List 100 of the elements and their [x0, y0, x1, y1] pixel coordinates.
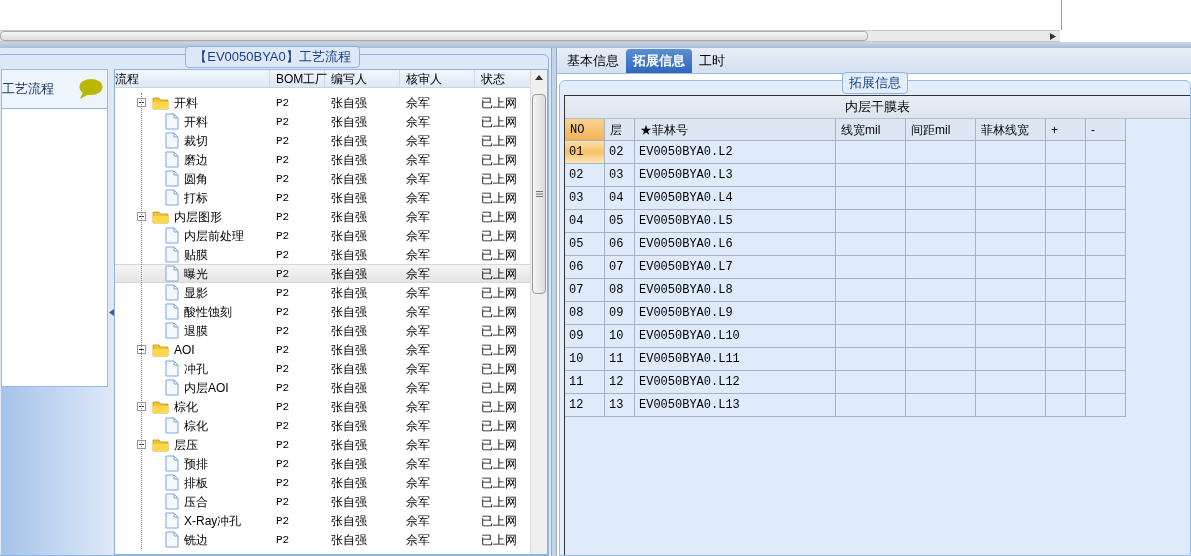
table-cell[interactable]: 02 [605, 141, 635, 164]
table-cell[interactable] [976, 256, 1046, 279]
table-cell[interactable] [906, 141, 976, 164]
table-cell[interactable]: EV0050BYA0.L10 [635, 325, 836, 348]
table-cell[interactable] [1086, 164, 1126, 187]
table-cell[interactable] [1046, 302, 1086, 325]
column-header[interactable]: + [1046, 119, 1086, 141]
tree-row[interactable]: 预排 P2 张自强 佘军 已上网 [115, 454, 530, 473]
table-cell[interactable] [1046, 256, 1086, 279]
collapse-toggle[interactable] [137, 440, 146, 449]
table-cell[interactable]: 08 [605, 279, 635, 302]
tree-row[interactable]: 磨边 P2 张自强 佘军 已上网 [115, 150, 530, 169]
table-cell[interactable] [976, 371, 1046, 394]
collapse-toggle[interactable] [137, 212, 146, 221]
table-cell[interactable]: 05 [565, 233, 605, 256]
table-cell[interactable] [836, 279, 906, 302]
table-cell[interactable] [906, 325, 976, 348]
table-cell[interactable]: 09 [605, 302, 635, 325]
table-cell[interactable]: EV0050BYA0.L5 [635, 210, 836, 233]
table-cell[interactable] [906, 394, 976, 417]
table-cell[interactable] [1086, 233, 1126, 256]
table-cell[interactable] [906, 233, 976, 256]
scrollbar-thumb[interactable] [532, 94, 546, 294]
tab[interactable]: 拓展信息 [626, 49, 692, 73]
table-cell[interactable]: 09 [565, 325, 605, 348]
table-cell[interactable] [906, 371, 976, 394]
arrow-up-icon[interactable] [535, 75, 543, 80]
tree-row[interactable]: 酸性蚀刻 P2 张自强 佘军 已上网 [115, 302, 530, 321]
table-cell[interactable]: 04 [565, 210, 605, 233]
table-cell[interactable]: EV0050BYA0.L2 [635, 141, 836, 164]
column-header[interactable]: ★菲林号 [635, 119, 836, 141]
table-cell[interactable] [836, 210, 906, 233]
table-cell[interactable] [1046, 164, 1086, 187]
table-cell[interactable] [906, 279, 976, 302]
table-cell[interactable] [976, 164, 1046, 187]
tree-row[interactable]: 排板 P2 张自强 佘军 已上网 [115, 473, 530, 492]
table-cell[interactable]: 08 [565, 302, 605, 325]
table-cell[interactable] [1086, 348, 1126, 371]
table-cell[interactable] [906, 256, 976, 279]
table-cell[interactable]: 10 [605, 325, 635, 348]
table-cell[interactable] [1086, 325, 1126, 348]
table-cell[interactable] [976, 279, 1046, 302]
table-cell[interactable]: EV0050BYA0.L8 [635, 279, 836, 302]
tree-row[interactable]: 铣边 P2 张自强 佘军 已上网 [115, 530, 530, 549]
table-cell[interactable] [906, 302, 976, 325]
tree-row[interactable]: 层压 P2 张自强 佘军 已上网 [115, 435, 530, 454]
table-cell[interactable] [976, 348, 1046, 371]
table-cell[interactable] [836, 256, 906, 279]
tree-row[interactable]: 裁切 P2 张自强 佘军 已上网 [115, 131, 530, 150]
tree-row[interactable]: 开料 P2 张自强 佘军 已上网 [115, 112, 530, 131]
column-header[interactable]: 菲林线宽 [976, 119, 1046, 141]
table-cell[interactable] [976, 141, 1046, 164]
table-cell[interactable]: 03 [565, 187, 605, 210]
table-cell[interactable]: 03 [605, 164, 635, 187]
table-cell[interactable] [836, 325, 906, 348]
table-cell[interactable]: EV0050BYA0.L7 [635, 256, 836, 279]
table-cell[interactable] [1086, 141, 1126, 164]
table-cell[interactable]: 05 [605, 210, 635, 233]
table-cell[interactable] [836, 164, 906, 187]
column-header[interactable]: 核审人 [400, 70, 475, 87]
table-cell[interactable] [1086, 371, 1126, 394]
column-header[interactable]: 层 [605, 119, 635, 141]
tree-row[interactable]: 曝光 P2 张自强 佘军 已上网 [115, 264, 530, 283]
tree-row[interactable]: AOI P2 张自强 佘军 已上网 [115, 340, 530, 359]
table-cell[interactable]: EV0050BYA0.L6 [635, 233, 836, 256]
table-cell[interactable]: EV0050BYA0.L11 [635, 348, 836, 371]
table-cell[interactable]: 13 [605, 394, 635, 417]
table-cell[interactable] [1046, 325, 1086, 348]
table-cell[interactable] [1046, 371, 1086, 394]
table-cell[interactable]: 06 [565, 256, 605, 279]
table-cell[interactable] [1046, 141, 1086, 164]
table-cell[interactable]: 04 [605, 187, 635, 210]
tree-row[interactable]: 棕化 P2 张自强 佘军 已上网 [115, 397, 530, 416]
table-cell[interactable] [906, 348, 976, 371]
column-header[interactable]: 线宽mil [836, 119, 906, 141]
table-cell[interactable] [1086, 256, 1126, 279]
table-cell[interactable]: EV0050BYA0.L13 [635, 394, 836, 417]
table-cell[interactable] [836, 348, 906, 371]
tree-row[interactable]: 棕化 P2 张自强 佘军 已上网 [115, 416, 530, 435]
table-cell[interactable]: 07 [565, 279, 605, 302]
table-cell[interactable] [906, 164, 976, 187]
table-cell[interactable] [1086, 394, 1126, 417]
tree-row[interactable]: X-Ray冲孔 P2 张自强 佘军 已上网 [115, 511, 530, 530]
table-cell[interactable] [836, 233, 906, 256]
table-cell[interactable] [1046, 394, 1086, 417]
table-cell[interactable] [836, 394, 906, 417]
tree-row[interactable]: 内层图形 P2 张自强 佘军 已上网 [115, 207, 530, 226]
table-cell[interactable] [976, 233, 1046, 256]
table-cell[interactable]: 12 [565, 394, 605, 417]
table-cell[interactable] [1046, 187, 1086, 210]
table-cell[interactable] [976, 210, 1046, 233]
table-cell[interactable]: 07 [605, 256, 635, 279]
tab[interactable]: 基本信息 [560, 49, 626, 73]
tree-row[interactable]: 冲孔 P2 张自强 佘军 已上网 [115, 359, 530, 378]
collapse-toggle[interactable] [137, 98, 146, 107]
tree-row[interactable]: 退膜 P2 张自强 佘军 已上网 [115, 321, 530, 340]
table-cell[interactable] [1086, 279, 1126, 302]
table-cell[interactable] [1046, 279, 1086, 302]
table-cell[interactable] [1086, 210, 1126, 233]
table-cell[interactable] [1086, 187, 1126, 210]
